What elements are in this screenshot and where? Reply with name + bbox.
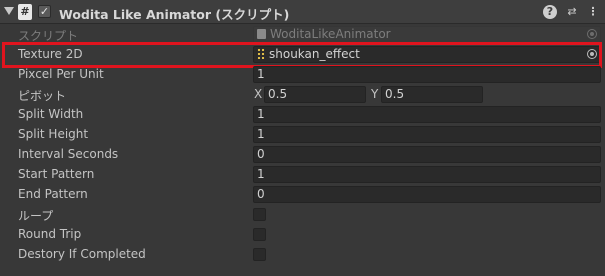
script-icon: # [18, 4, 32, 20]
help-icon[interactable]: ? [543, 5, 557, 19]
enable-checkbox[interactable]: ✓ [38, 5, 51, 18]
script-field: WoditaLikeAnimator [253, 26, 601, 43]
pivot-x-field[interactable]: 0.5 [264, 86, 366, 103]
start-pattern-label: Start Pattern [18, 167, 95, 181]
end-pattern-field[interactable]: 0 [253, 186, 601, 203]
round-trip-label: Round Trip [18, 227, 82, 241]
pixel-per-unit-field[interactable]: 1 [253, 66, 601, 83]
interval-seconds-row: Interval Seconds 0 [0, 145, 605, 165]
round-trip-row: Round Trip [0, 225, 605, 245]
pivot-x-label[interactable]: X [254, 87, 262, 101]
pivot-row: ピボット X 0.5 Y 0.5 [0, 85, 605, 105]
start-pattern-field[interactable]: 1 [253, 166, 601, 183]
split-width-row: Split Width 1 [0, 105, 605, 125]
pivot-label: ピボット [18, 89, 67, 103]
component-title: Wodita Like Animator (スクリプト) [59, 7, 290, 22]
interval-seconds-field[interactable]: 0 [253, 146, 601, 163]
component-header: # ✓ Wodita Like Animator (スクリプト) ? ⇄ ⋮ [0, 0, 605, 24]
start-pattern-row: Start Pattern 1 [0, 165, 605, 185]
split-width-field[interactable]: 1 [253, 106, 601, 123]
interval-seconds-label: Interval Seconds [18, 147, 119, 161]
loop-row: ループ [0, 205, 605, 225]
split-height-field[interactable]: 1 [253, 126, 601, 143]
loop-label: ループ [18, 209, 54, 223]
split-height-row: Split Height 1 [0, 125, 605, 145]
pivot-y-label[interactable]: Y [371, 87, 378, 101]
preset-icon[interactable]: ⇄ [565, 5, 579, 19]
object-picker-icon [587, 29, 597, 39]
pixel-per-unit-label: Pixcel Per Unit [18, 67, 104, 81]
destroy-if-completed-row: Destory If Completed [0, 245, 605, 265]
loop-checkbox[interactable] [253, 208, 266, 221]
collapse-arrow-icon[interactable] [4, 7, 14, 15]
destroy-if-completed-checkbox[interactable] [253, 248, 266, 261]
split-width-label: Split Width [18, 107, 84, 121]
round-trip-checkbox[interactable] [253, 228, 266, 241]
script-value: WoditaLikeAnimator [270, 27, 391, 41]
split-height-label: Split Height [18, 127, 89, 141]
script-file-icon [257, 29, 266, 39]
pixel-per-unit-row: Pixcel Per Unit 1 [0, 65, 605, 85]
menu-icon[interactable]: ⋮ [586, 5, 600, 19]
end-pattern-row: End Pattern 0 [0, 185, 605, 205]
destroy-if-completed-label: Destory If Completed [18, 247, 146, 261]
end-pattern-label: End Pattern [18, 187, 88, 201]
pivot-y-field[interactable]: 0.5 [381, 86, 483, 103]
